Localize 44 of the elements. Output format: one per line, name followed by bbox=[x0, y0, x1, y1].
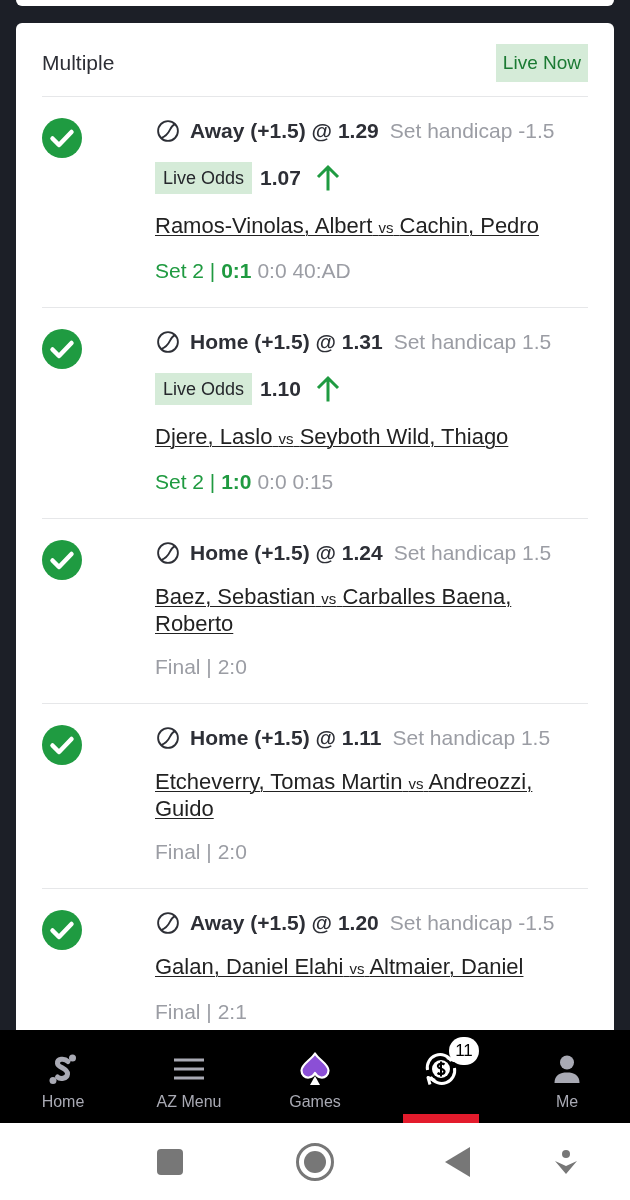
selection-text: Home (+1.5) @ 1.31 bbox=[190, 330, 383, 354]
score-line: Final | 2:0 bbox=[155, 654, 247, 679]
tennis-ball-icon bbox=[157, 542, 179, 564]
live-odds-badge: Live Odds bbox=[155, 373, 253, 405]
selection-text: Home (+1.5) @ 1.11 bbox=[190, 726, 382, 750]
back-icon[interactable] bbox=[445, 1146, 470, 1177]
match-link[interactable]: Etcheverry, Tomas Martin vs Andreozzi, Guido bbox=[155, 766, 588, 821]
count-badge: 11 bbox=[449, 1037, 479, 1065]
logo-icon bbox=[49, 1053, 77, 1085]
tennis-ball-icon bbox=[157, 120, 179, 142]
score-line: Set 2 | 0:1 0:0 40:AD bbox=[155, 258, 351, 283]
tennis-ball-icon bbox=[157, 727, 179, 749]
market-text: Set handicap 1.5 bbox=[392, 726, 551, 750]
score-line: Final | 2:0 bbox=[155, 839, 247, 864]
nav-tab[interactable]: Games bbox=[277, 1030, 353, 1123]
selection-text: Away (+1.5) @ 1.20 bbox=[190, 911, 379, 935]
tennis-ball-icon bbox=[157, 331, 179, 353]
home-circle-icon[interactable] bbox=[296, 1142, 334, 1181]
market-text: Set handicap 1.5 bbox=[393, 541, 552, 565]
selection-text: Away (+1.5) @ 1.29 bbox=[190, 119, 379, 143]
match-link[interactable]: Ramos-Vinolas, Albert vs Cachin, Pedro bbox=[155, 210, 539, 240]
live-odds-badge: Live Odds bbox=[155, 162, 253, 194]
nav-tab[interactable]: Home bbox=[25, 1030, 101, 1123]
odds-value: 1.10 bbox=[260, 377, 301, 401]
person-icon bbox=[554, 1055, 580, 1083]
match-link[interactable]: Baez, Sebastian vs Carballes Baena, Roberto bbox=[155, 581, 588, 636]
market-text: Set handicap -1.5 bbox=[389, 119, 555, 143]
nav-tab[interactable]: AZ Menu bbox=[151, 1030, 227, 1123]
nav-tab[interactable]: Me bbox=[529, 1030, 605, 1123]
market-text: Set handicap 1.5 bbox=[393, 330, 552, 354]
match-link[interactable]: Djere, Laslo vs Seyboth Wild, Thiago bbox=[155, 421, 509, 451]
score-line: Final | 2:1 bbox=[155, 999, 247, 1024]
tennis-ball-icon bbox=[157, 912, 179, 934]
card-title: Multiple bbox=[42, 51, 115, 75]
odds-value: 1.07 bbox=[260, 166, 301, 190]
recent-apps-icon[interactable] bbox=[157, 1148, 183, 1175]
selection-text: Home (+1.5) @ 1.24 bbox=[190, 541, 383, 565]
market-text: Set handicap -1.5 bbox=[389, 911, 555, 935]
match-link[interactable]: Galan, Daniel Elahi vs Altmaier, Daniel bbox=[155, 951, 524, 981]
spade-icon bbox=[300, 1052, 330, 1086]
menu-icon bbox=[174, 1058, 204, 1080]
score-line: Set 2 | 1:0 0:0 0:15 bbox=[155, 469, 334, 494]
status-badge: Live Now bbox=[495, 44, 588, 82]
dot-chevron-icon[interactable] bbox=[555, 1149, 577, 1174]
